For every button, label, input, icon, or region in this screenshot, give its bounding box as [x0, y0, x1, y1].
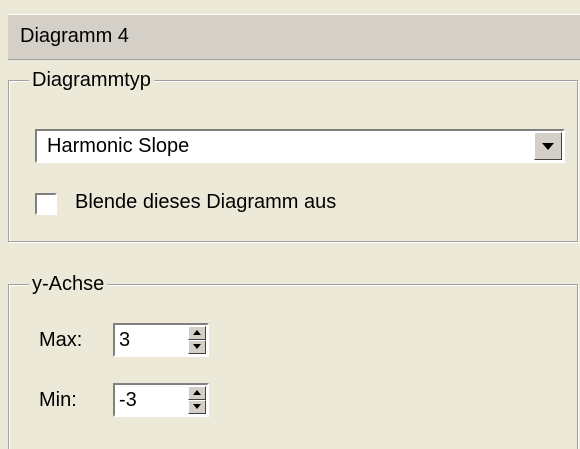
y-min-spinner[interactable]: -3	[113, 383, 209, 417]
y-min-spin-buttons	[188, 386, 206, 414]
y-axis-group: y-Achse Max: 3 Min: -3	[8, 272, 578, 449]
diagram-settings-panel: Diagramm 4 Diagrammtyp Harmonic Slope Bl…	[0, 0, 580, 449]
panel-title: Diagramm 4	[20, 25, 129, 47]
diagram-type-group: Diagrammtyp Harmonic Slope Blende dieses…	[8, 68, 578, 242]
chevron-down-icon	[542, 143, 554, 150]
arrow-up-icon	[193, 330, 201, 335]
y-axis-legend: y-Achse	[29, 272, 108, 296]
panel-header: Diagramm 4	[8, 14, 580, 60]
y-min-decrement-button[interactable]	[188, 400, 206, 414]
arrow-up-icon	[193, 390, 201, 395]
y-max-decrement-button[interactable]	[188, 340, 206, 354]
dropdown-arrow-button[interactable]	[534, 132, 562, 160]
y-max-spin-buttons	[188, 326, 206, 354]
y-min-increment-button[interactable]	[188, 386, 206, 400]
diagram-type-selected-value: Harmonic Slope	[47, 135, 190, 157]
y-min-label: Min:	[39, 389, 77, 411]
hide-diagram-checkbox-label[interactable]: Blende dieses Diagramm aus	[75, 191, 336, 214]
hide-diagram-checkbox[interactable]	[35, 193, 57, 215]
y-max-spinner[interactable]: 3	[113, 323, 209, 357]
diagram-type-legend: Diagrammtyp	[29, 68, 154, 92]
y-max-label: Max:	[39, 329, 83, 351]
y-max-increment-button[interactable]	[188, 326, 206, 340]
y-min-input[interactable]: -3	[119, 389, 137, 412]
diagram-type-dropdown[interactable]: Harmonic Slope	[35, 129, 565, 163]
arrow-down-icon	[193, 344, 201, 349]
arrow-down-icon	[193, 404, 201, 409]
y-max-input[interactable]: 3	[119, 329, 130, 352]
